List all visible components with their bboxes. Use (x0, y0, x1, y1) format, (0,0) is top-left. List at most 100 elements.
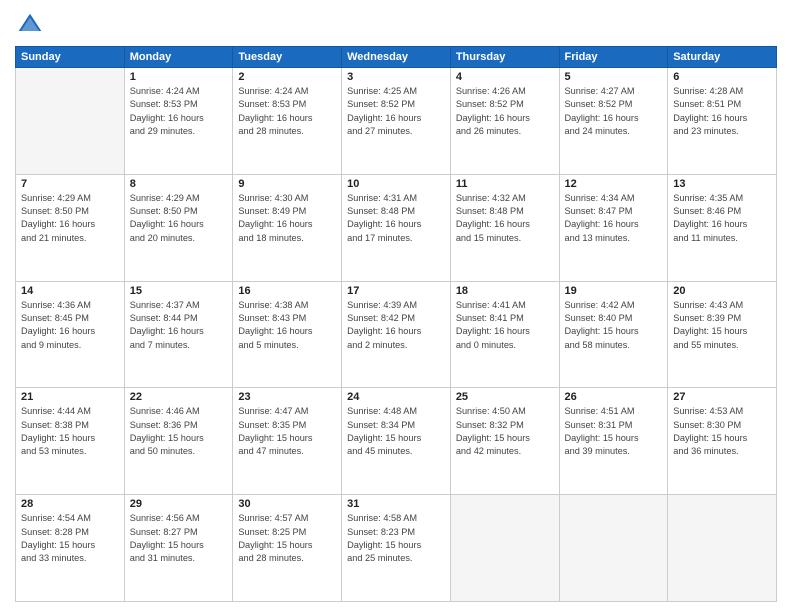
day-number: 4 (456, 71, 554, 83)
calendar-cell: 18 Sunrise: 4:41 AM Sunset: 8:41 PM Dayli… (450, 281, 559, 388)
calendar-cell: 21 Sunrise: 4:44 AM Sunset: 8:38 PM Dayli… (16, 388, 125, 495)
day-number: 13 (673, 178, 771, 190)
day-number: 8 (130, 178, 228, 190)
day-info: Sunrise: 4:46 AM Sunset: 8:36 PM Dayligh… (130, 405, 228, 458)
calendar-cell: 25 Sunrise: 4:50 AM Sunset: 8:32 PM Dayli… (450, 388, 559, 495)
calendar-table: SundayMondayTuesdayWednesdayThursdayFrid… (15, 46, 777, 602)
day-info: Sunrise: 4:57 AM Sunset: 8:25 PM Dayligh… (238, 512, 336, 565)
calendar-cell: 26 Sunrise: 4:51 AM Sunset: 8:31 PM Dayli… (559, 388, 668, 495)
day-info: Sunrise: 4:43 AM Sunset: 8:39 PM Dayligh… (673, 299, 771, 352)
day-number: 7 (21, 178, 119, 190)
day-info: Sunrise: 4:24 AM Sunset: 8:53 PM Dayligh… (130, 85, 228, 138)
day-number: 19 (565, 285, 663, 297)
calendar-cell: 5 Sunrise: 4:27 AM Sunset: 8:52 PM Daylig… (559, 68, 668, 175)
calendar-cell: 20 Sunrise: 4:43 AM Sunset: 8:39 PM Dayli… (668, 281, 777, 388)
calendar-cell: 23 Sunrise: 4:47 AM Sunset: 8:35 PM Dayli… (233, 388, 342, 495)
day-number: 15 (130, 285, 228, 297)
calendar-cell: 22 Sunrise: 4:46 AM Sunset: 8:36 PM Dayli… (124, 388, 233, 495)
day-info: Sunrise: 4:48 AM Sunset: 8:34 PM Dayligh… (347, 405, 445, 458)
calendar-cell: 12Sunrise: 4:34 AM Sunset: 8:47 PM Dayli… (559, 174, 668, 281)
day-info: Sunrise: 4:31 AM Sunset: 8:48 PM Dayligh… (347, 192, 445, 245)
day-number: 25 (456, 391, 554, 403)
calendar-cell: 8 Sunrise: 4:29 AM Sunset: 8:50 PM Daylig… (124, 174, 233, 281)
logo (15, 10, 49, 40)
calendar-cell: 1 Sunrise: 4:24 AM Sunset: 8:53 PM Daylig… (124, 68, 233, 175)
day-info: Sunrise: 4:44 AM Sunset: 8:38 PM Dayligh… (21, 405, 119, 458)
day-info: Sunrise: 4:41 AM Sunset: 8:41 PM Dayligh… (456, 299, 554, 352)
calendar-header-wednesday: Wednesday (342, 47, 451, 68)
calendar-cell: 15 Sunrise: 4:37 AM Sunset: 8:44 PM Dayli… (124, 281, 233, 388)
day-number: 3 (347, 71, 445, 83)
day-info: Sunrise: 4:37 AM Sunset: 8:44 PM Dayligh… (130, 299, 228, 352)
day-info: Sunrise: 4:42 AM Sunset: 8:40 PM Dayligh… (565, 299, 663, 352)
day-number: 26 (565, 391, 663, 403)
calendar-cell (16, 68, 125, 175)
day-info: Sunrise: 4:29 AM Sunset: 8:50 PM Dayligh… (130, 192, 228, 245)
calendar-cell: 7 Sunrise: 4:29 AM Sunset: 8:50 PM Daylig… (16, 174, 125, 281)
day-number: 14 (21, 285, 119, 297)
day-info: Sunrise: 4:50 AM Sunset: 8:32 PM Dayligh… (456, 405, 554, 458)
calendar-header-friday: Friday (559, 47, 668, 68)
calendar-cell (668, 495, 777, 602)
day-info: Sunrise: 4:28 AM Sunset: 8:51 PM Dayligh… (673, 85, 771, 138)
calendar-header-sunday: Sunday (16, 47, 125, 68)
day-number: 5 (565, 71, 663, 83)
day-info: Sunrise: 4:24 AM Sunset: 8:53 PM Dayligh… (238, 85, 336, 138)
day-info: Sunrise: 4:32 AM Sunset: 8:48 PM Dayligh… (456, 192, 554, 245)
calendar-week-row: 21 Sunrise: 4:44 AM Sunset: 8:38 PM Dayli… (16, 388, 777, 495)
day-number: 2 (238, 71, 336, 83)
day-number: 9 (238, 178, 336, 190)
calendar-header-monday: Monday (124, 47, 233, 68)
day-number: 29 (130, 498, 228, 510)
day-info: Sunrise: 4:26 AM Sunset: 8:52 PM Dayligh… (456, 85, 554, 138)
day-number: 1 (130, 71, 228, 83)
calendar-cell: 3 Sunrise: 4:25 AM Sunset: 8:52 PM Daylig… (342, 68, 451, 175)
day-info: Sunrise: 4:27 AM Sunset: 8:52 PM Dayligh… (565, 85, 663, 138)
day-info: Sunrise: 4:51 AM Sunset: 8:31 PM Dayligh… (565, 405, 663, 458)
day-info: Sunrise: 4:29 AM Sunset: 8:50 PM Dayligh… (21, 192, 119, 245)
day-info: Sunrise: 4:58 AM Sunset: 8:23 PM Dayligh… (347, 512, 445, 565)
day-number: 21 (21, 391, 119, 403)
calendar-header-row: SundayMondayTuesdayWednesdayThursdayFrid… (16, 47, 777, 68)
header (15, 10, 777, 40)
day-info: Sunrise: 4:38 AM Sunset: 8:43 PM Dayligh… (238, 299, 336, 352)
day-info: Sunrise: 4:35 AM Sunset: 8:46 PM Dayligh… (673, 192, 771, 245)
day-info: Sunrise: 4:47 AM Sunset: 8:35 PM Dayligh… (238, 405, 336, 458)
day-info: Sunrise: 4:56 AM Sunset: 8:27 PM Dayligh… (130, 512, 228, 565)
calendar-cell: 24 Sunrise: 4:48 AM Sunset: 8:34 PM Dayli… (342, 388, 451, 495)
day-number: 23 (238, 391, 336, 403)
page: SundayMondayTuesdayWednesdayThursdayFrid… (0, 0, 792, 612)
calendar-cell: 30 Sunrise: 4:57 AM Sunset: 8:25 PM Dayli… (233, 495, 342, 602)
day-info: Sunrise: 4:34 AM Sunset: 8:47 PM Dayligh… (565, 192, 663, 245)
day-number: 27 (673, 391, 771, 403)
day-number: 20 (673, 285, 771, 297)
calendar-week-row: 1 Sunrise: 4:24 AM Sunset: 8:53 PM Daylig… (16, 68, 777, 175)
day-number: 24 (347, 391, 445, 403)
calendar-cell: 11 Sunrise: 4:32 AM Sunset: 8:48 PM Dayli… (450, 174, 559, 281)
calendar-cell: 29 Sunrise: 4:56 AM Sunset: 8:27 PM Dayli… (124, 495, 233, 602)
calendar-cell: 10Sunrise: 4:31 AM Sunset: 8:48 PM Dayli… (342, 174, 451, 281)
day-number: 17 (347, 285, 445, 297)
calendar-cell (450, 495, 559, 602)
day-info: Sunrise: 4:39 AM Sunset: 8:42 PM Dayligh… (347, 299, 445, 352)
day-info: Sunrise: 4:53 AM Sunset: 8:30 PM Dayligh… (673, 405, 771, 458)
calendar-cell: 19 Sunrise: 4:42 AM Sunset: 8:40 PM Dayli… (559, 281, 668, 388)
calendar-cell: 28 Sunrise: 4:54 AM Sunset: 8:28 PM Dayli… (16, 495, 125, 602)
day-number: 28 (21, 498, 119, 510)
day-info: Sunrise: 4:54 AM Sunset: 8:28 PM Dayligh… (21, 512, 119, 565)
calendar-cell: 27 Sunrise: 4:53 AM Sunset: 8:30 PM Dayli… (668, 388, 777, 495)
day-number: 30 (238, 498, 336, 510)
calendar-week-row: 28 Sunrise: 4:54 AM Sunset: 8:28 PM Dayli… (16, 495, 777, 602)
day-number: 11 (456, 178, 554, 190)
calendar-cell: 6Sunrise: 4:28 AM Sunset: 8:51 PM Daylig… (668, 68, 777, 175)
day-number: 18 (456, 285, 554, 297)
calendar-cell: 9Sunrise: 4:30 AM Sunset: 8:49 PM Daylig… (233, 174, 342, 281)
day-info: Sunrise: 4:36 AM Sunset: 8:45 PM Dayligh… (21, 299, 119, 352)
calendar-week-row: 7 Sunrise: 4:29 AM Sunset: 8:50 PM Daylig… (16, 174, 777, 281)
day-number: 31 (347, 498, 445, 510)
day-number: 22 (130, 391, 228, 403)
calendar-week-row: 14 Sunrise: 4:36 AM Sunset: 8:45 PM Dayli… (16, 281, 777, 388)
calendar-cell: 4 Sunrise: 4:26 AM Sunset: 8:52 PM Daylig… (450, 68, 559, 175)
day-info: Sunrise: 4:25 AM Sunset: 8:52 PM Dayligh… (347, 85, 445, 138)
calendar-header-saturday: Saturday (668, 47, 777, 68)
